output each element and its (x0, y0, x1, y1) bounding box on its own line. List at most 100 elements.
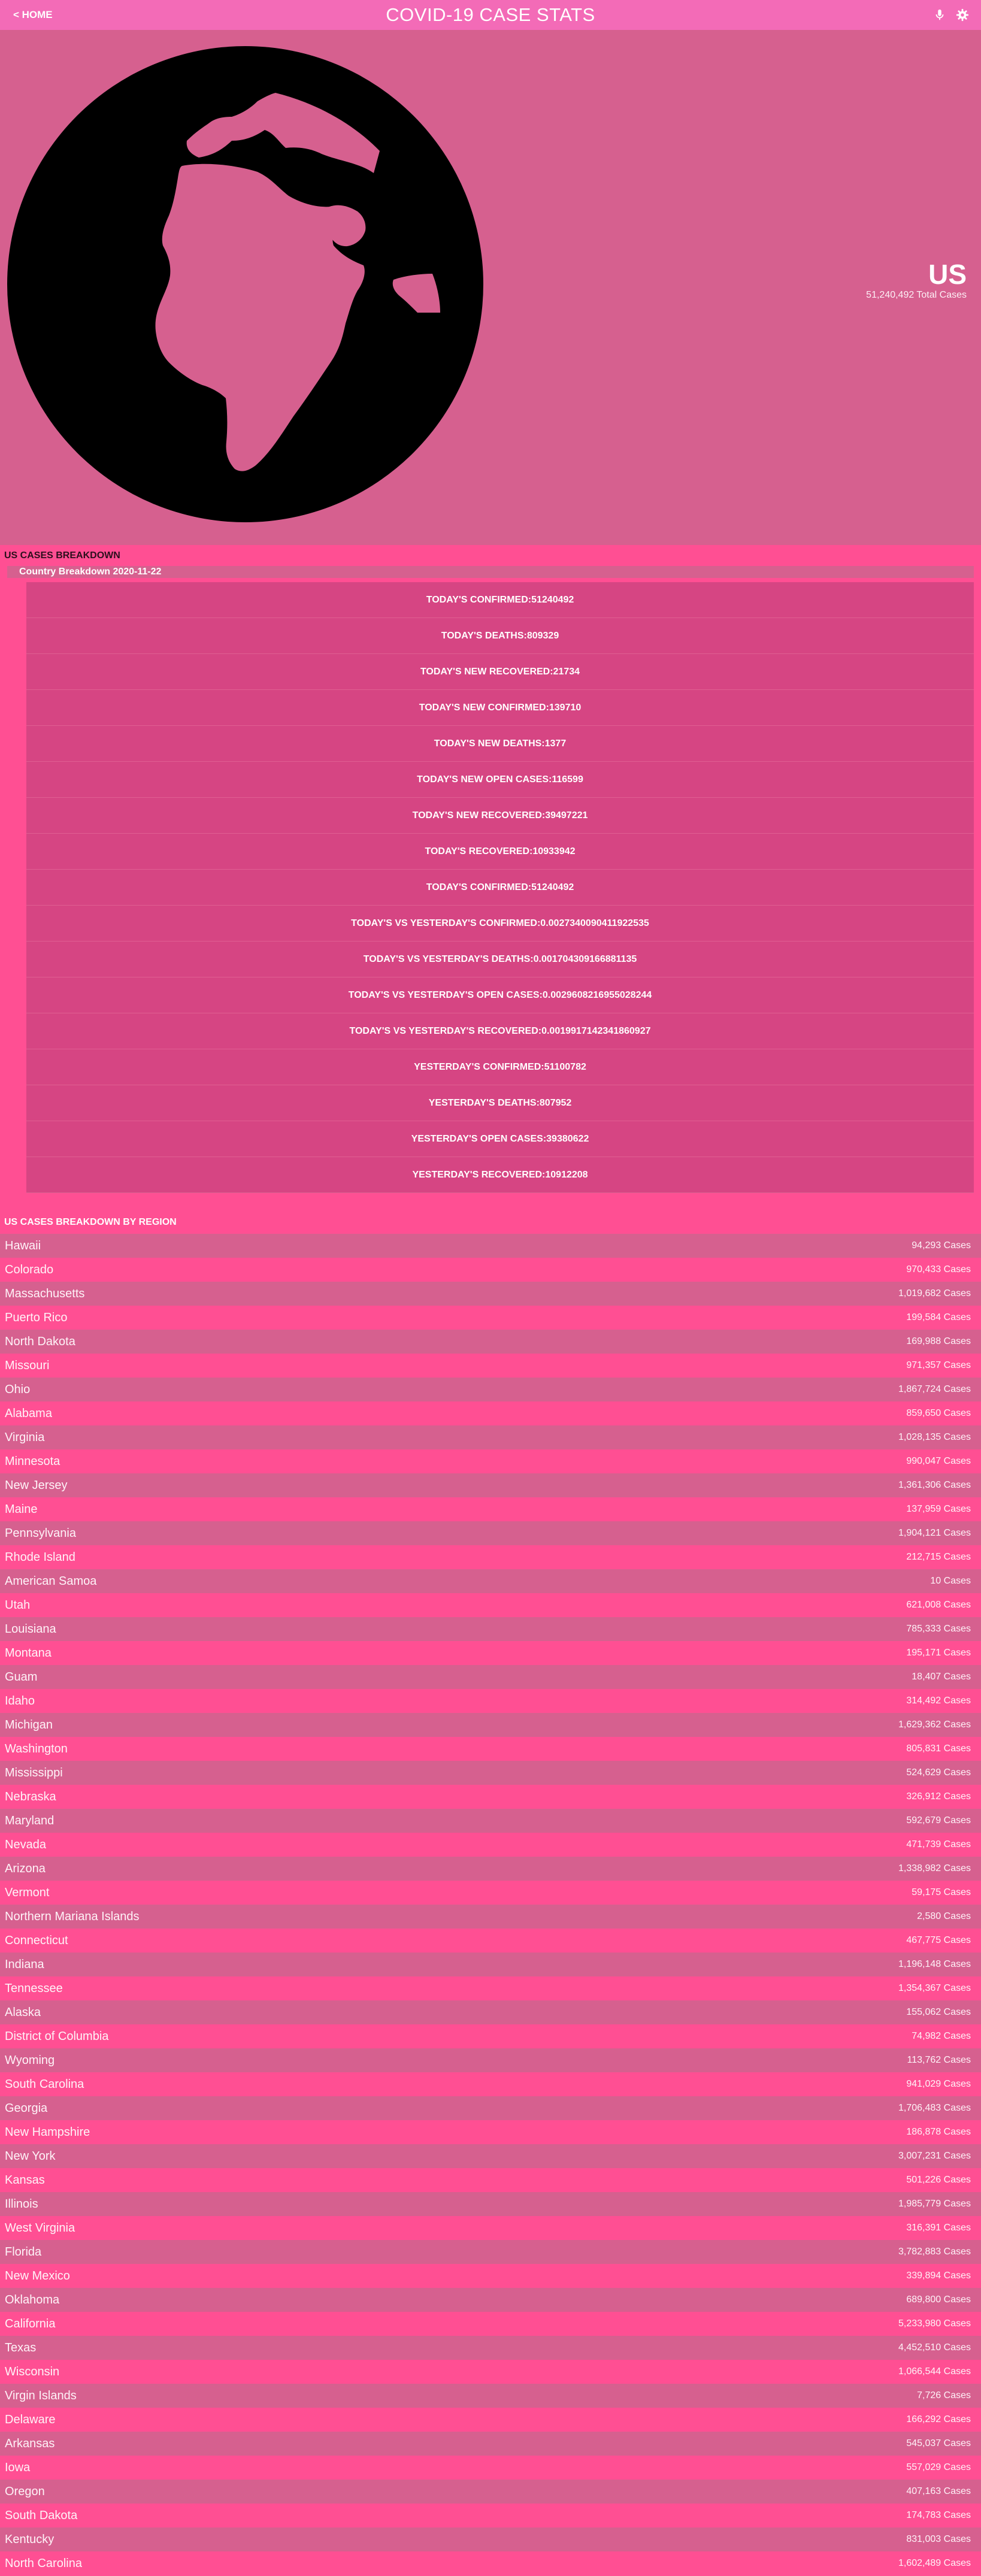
region-row[interactable]: District of Columbia 74,982 Cases (0, 2024, 981, 2048)
region-row[interactable]: Wisconsin 1,066,544 Cases (0, 2360, 981, 2384)
region-row[interactable]: Pennsylvania 1,904,121 Cases (0, 1521, 981, 1545)
stat-row: TODAY'S VS YESTERDAY'S OPEN CASES:0.0029… (26, 977, 974, 1013)
region-row[interactable]: Tennessee 1,354,367 Cases (0, 1976, 981, 2000)
region-row[interactable]: Alaska 155,062 Cases (0, 2000, 981, 2024)
region-row[interactable]: Puerto Rico 199,584 Cases (0, 1306, 981, 1330)
region-cases: 501,226 Cases (906, 2175, 971, 2185)
region-row[interactable]: Connecticut 467,775 Cases (0, 1929, 981, 1953)
region-row[interactable]: Florida 3,782,883 Cases (0, 2240, 981, 2264)
region-row[interactable]: Delaware 166,292 Cases (0, 2408, 981, 2432)
region-row[interactable]: West Virginia 316,391 Cases (0, 2216, 981, 2240)
region-row[interactable]: Maryland 592,679 Cases (0, 1809, 981, 1833)
region-cases: 971,357 Cases (906, 1360, 971, 1370)
region-cases: 990,047 Cases (906, 1456, 971, 1466)
region-row[interactable]: Idaho 314,492 Cases (0, 1689, 981, 1713)
region-name: Washington (5, 1742, 68, 1755)
region-name: North Carolina (5, 2556, 82, 2570)
region-name: Puerto Rico (5, 1310, 68, 1324)
region-cases: 4,452,510 Cases (898, 2342, 971, 2353)
gear-icon[interactable] (956, 8, 969, 22)
region-name: California (5, 2317, 56, 2330)
cases-breakdown-heading: US CASES BREAKDOWN (4, 550, 120, 561)
stat-row: TODAY'S NEW RECOVERED:21734 (26, 654, 974, 690)
region-cases: 1,196,148 Cases (898, 1959, 971, 1969)
country-name: US (928, 259, 967, 290)
region-row[interactable]: Wyoming 113,762 Cases (0, 2048, 981, 2072)
region-row[interactable]: New Jersey 1,361,306 Cases (0, 1473, 981, 1497)
region-cases: 557,029 Cases (906, 2462, 971, 2472)
region-row[interactable]: Oklahoma 689,800 Cases (0, 2288, 981, 2312)
region-cases: 831,003 Cases (906, 2534, 971, 2544)
region-row[interactable]: Alabama 859,650 Cases (0, 1401, 981, 1425)
region-name: Florida (5, 2245, 42, 2259)
region-cases: 941,029 Cases (906, 2079, 971, 2089)
region-cases: 195,171 Cases (906, 1648, 971, 1658)
region-name: Virgin Islands (5, 2389, 77, 2402)
region-name: Indiana (5, 1957, 44, 1971)
region-row[interactable]: Nebraska 326,912 Cases (0, 1785, 981, 1809)
region-name: Delaware (5, 2412, 56, 2426)
region-cases: 1,361,306 Cases (898, 1480, 971, 1490)
region-name: Massachusetts (5, 1287, 85, 1300)
region-row[interactable]: Texas 4,452,510 Cases (0, 2336, 981, 2360)
region-row[interactable]: Mississippi 524,629 Cases (0, 1761, 981, 1785)
region-row[interactable]: Montana 195,171 Cases (0, 1641, 981, 1665)
region-name: Alaska (5, 2005, 41, 2019)
region-name: Illinois (5, 2197, 38, 2211)
region-row[interactable]: Utah 621,008 Cases (0, 1593, 981, 1617)
region-row[interactable]: Kansas 501,226 Cases (0, 2168, 981, 2192)
region-row[interactable]: South Dakota 174,783 Cases (0, 2504, 981, 2527)
region-name: Michigan (5, 1718, 53, 1732)
region-cases: 59,175 Cases (912, 1887, 971, 1897)
region-cases: 859,650 Cases (906, 1408, 971, 1418)
region-row[interactable]: Virginia 1,028,135 Cases (0, 1425, 981, 1449)
region-row[interactable]: Indiana 1,196,148 Cases (0, 1953, 981, 1976)
region-cases: 314,492 Cases (906, 1696, 971, 1706)
stat-row: TODAY'S NEW CONFIRMED:139710 (26, 690, 974, 726)
region-row[interactable]: Massachusetts 1,019,682 Cases (0, 1282, 981, 1306)
country-breakdown-header[interactable]: Country Breakdown 2020-11-22 (7, 566, 974, 578)
region-row[interactable]: South Carolina 941,029 Cases (0, 2072, 981, 2096)
region-row[interactable]: Oregon 407,163 Cases (0, 2480, 981, 2504)
region-row[interactable]: Louisiana 785,333 Cases (0, 1617, 981, 1641)
region-row[interactable]: North Dakota 169,988 Cases (0, 1330, 981, 1354)
region-row[interactable]: North Carolina 1,602,489 Cases (0, 2551, 981, 2575)
region-row[interactable]: Maine 137,959 Cases (0, 1497, 981, 1521)
region-row[interactable]: New Hampshire 186,878 Cases (0, 2120, 981, 2144)
region-row[interactable]: California 5,233,980 Cases (0, 2312, 981, 2336)
region-name: American Samoa (5, 1574, 97, 1588)
region-row[interactable]: Iowa 557,029 Cases (0, 2456, 981, 2480)
stat-row: TODAY'S NEW OPEN CASES:116599 (26, 762, 974, 798)
region-row[interactable]: Michigan 1,629,362 Cases (0, 1713, 981, 1737)
microphone-icon[interactable] (933, 8, 946, 22)
top-navbar: < HOME COVID-19 CASE STATS (0, 0, 981, 30)
region-name: Montana (5, 1646, 52, 1660)
region-row[interactable]: Washington 805,831 Cases (0, 1737, 981, 1761)
region-row[interactable]: Northern Mariana Islands 2,580 Cases (0, 1905, 981, 1929)
region-row[interactable]: Hawaii 94,293 Cases (0, 1234, 981, 1258)
stat-row: TODAY'S VS YESTERDAY'S DEATHS:0.00170430… (26, 942, 974, 977)
region-row[interactable]: Guam 18,407 Cases (0, 1665, 981, 1689)
stat-row: YESTERDAY'S RECOVERED:10912208 (26, 1157, 974, 1193)
region-row[interactable]: American Samoa 10 Cases (0, 1569, 981, 1593)
region-name: Missouri (5, 1358, 50, 1372)
region-row[interactable]: Arkansas 545,037 Cases (0, 2432, 981, 2456)
region-cases: 74,982 Cases (912, 2031, 971, 2041)
region-row[interactable]: Missouri 971,357 Cases (0, 1354, 981, 1378)
region-row[interactable]: Vermont 59,175 Cases (0, 1881, 981, 1905)
region-name: Nebraska (5, 1790, 56, 1803)
region-row[interactable]: New York 3,007,231 Cases (0, 2144, 981, 2168)
region-row[interactable]: Ohio 1,867,724 Cases (0, 1378, 981, 1401)
region-row[interactable]: Arizona 1,338,982 Cases (0, 1857, 981, 1881)
region-row[interactable]: Minnesota 990,047 Cases (0, 1449, 981, 1473)
region-row[interactable]: Kentucky 831,003 Cases (0, 2527, 981, 2551)
region-row[interactable]: Colorado 970,433 Cases (0, 1258, 981, 1282)
region-row[interactable]: New Mexico 339,894 Cases (0, 2264, 981, 2288)
region-row[interactable]: Rhode Island 212,715 Cases (0, 1545, 981, 1569)
region-cases: 805,831 Cases (906, 1743, 971, 1754)
region-cases: 10 Cases (930, 1576, 971, 1586)
region-row[interactable]: Illinois 1,985,779 Cases (0, 2192, 981, 2216)
region-row[interactable]: Virgin Islands 7,726 Cases (0, 2384, 981, 2408)
region-row[interactable]: Georgia 1,706,483 Cases (0, 2096, 981, 2120)
region-row[interactable]: Nevada 471,739 Cases (0, 1833, 981, 1857)
